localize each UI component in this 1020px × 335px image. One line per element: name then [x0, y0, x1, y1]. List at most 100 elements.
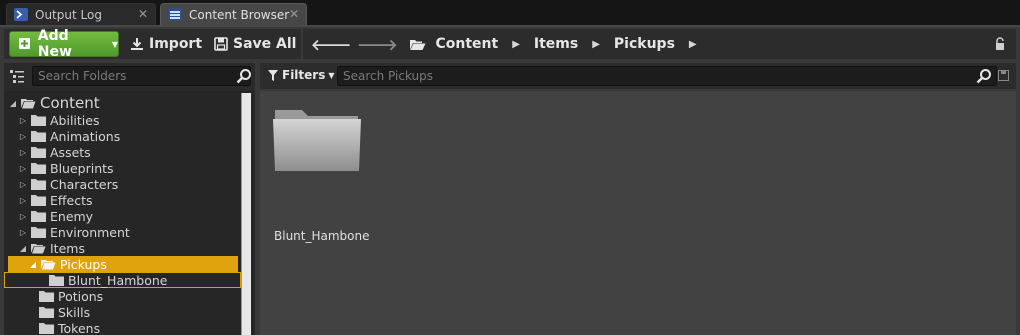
tree-item-content[interactable]: ◢ Content [8, 94, 100, 112]
tree-item-items[interactable]: ◢ Items [18, 240, 85, 256]
path-bar: 🡐 🡒 Content ▶ Items ▶ Pickups ▶ [303, 29, 1016, 59]
folder-icon [31, 194, 46, 206]
tree-item-label: Pickups [60, 256, 107, 272]
save-all-label: Save All [233, 36, 297, 52]
tab-content-browser[interactable]: Content Browser ✕ [160, 3, 307, 25]
tree-expand-icon[interactable]: ▷ [18, 132, 28, 141]
tree-collapse-icon[interactable]: ◢ [8, 99, 18, 108]
tree-toggle-icon[interactable] [9, 68, 25, 84]
folder-icon [31, 162, 46, 174]
import-label: Import [149, 36, 203, 52]
tree-collapse-icon[interactable]: ◢ [18, 244, 28, 253]
forward-arrow-icon[interactable]: 🡒 [357, 35, 397, 54]
toolbar: Add New ▼ Import Save All [4, 28, 301, 60]
folder-icon [31, 226, 46, 238]
folder-icon [49, 274, 64, 286]
tree-item-label: Blueprints [50, 160, 114, 176]
import-button[interactable]: Import [130, 31, 202, 57]
folder-icon [31, 178, 46, 190]
save-all-button[interactable]: Save All [214, 31, 296, 57]
breadcrumb-pickups[interactable]: Pickups [614, 36, 675, 52]
chevron-right-icon[interactable]: ▶ [512, 39, 520, 50]
tree-expand-icon[interactable]: ▷ [18, 164, 28, 173]
back-arrow-icon[interactable]: 🡐 [311, 35, 351, 54]
tree-item-label: Tokens [58, 320, 101, 335]
tree-item-label: Effects [50, 192, 93, 208]
tree-item-environment[interactable]: ▷ Environment [18, 224, 130, 240]
search-icon[interactable] [236, 68, 252, 87]
folder-open-icon [31, 243, 46, 253]
filters-label: Filters [282, 68, 326, 82]
asset-view-panel: Filters ▼ Search Pickups Blunt_Hambone [260, 63, 1016, 335]
tree-scrollbar[interactable] [241, 93, 251, 335]
tree-item-label: Skills [58, 304, 91, 320]
tree-item-assets[interactable]: ▷ Assets [18, 144, 91, 160]
tab-label: Output Log [35, 7, 102, 22]
tree-item-label: Environment [50, 224, 130, 240]
tree-item-label: Content [40, 94, 100, 112]
tree-item-effects[interactable]: ▷ Effects [18, 192, 93, 208]
terminal-icon [14, 8, 28, 21]
tree-item-potions[interactable]: Potions [39, 288, 103, 304]
tab-output-log[interactable]: Output Log ✕ [6, 3, 156, 25]
tree-item-pickups[interactable]: ◢ Pickups [8, 256, 238, 272]
tree-expand-icon[interactable]: ▷ [18, 212, 28, 221]
filter-bar: Filters ▼ Search Pickups [260, 63, 1016, 89]
asset-tile-label: Blunt_Hambone [274, 229, 370, 243]
chevron-down-icon: ▼ [328, 70, 335, 80]
folder-tree: ◢ Content ▷ Abilities ▷ Animations ▷ Ass… [4, 91, 255, 335]
search-icon[interactable] [976, 68, 992, 87]
folder-open-icon [41, 259, 56, 269]
close-icon[interactable]: ✕ [289, 7, 299, 21]
filters-button[interactable]: Filters ▼ [268, 68, 335, 82]
add-new-label: Add New [37, 28, 72, 60]
tree-item-blueprints[interactable]: ▷ Blueprints [18, 160, 114, 176]
tree-item-label: Abilities [50, 112, 100, 128]
folder-open-icon [409, 38, 426, 51]
breadcrumb-content[interactable]: Content [435, 36, 498, 52]
tree-item-label: Enemy [50, 208, 94, 224]
tree-item-skills[interactable]: Skills [39, 304, 90, 320]
folder-icon [39, 322, 54, 334]
tree-expand-icon[interactable]: ▷ [18, 148, 28, 157]
tree-item-characters[interactable]: ▷ Characters [18, 176, 118, 192]
tree-item-label: Blunt_Hambone [68, 272, 168, 288]
search-folders-input[interactable]: Search Folders [32, 66, 251, 86]
breadcrumb-items[interactable]: Items [534, 36, 578, 52]
tree-item-label: Items [50, 240, 85, 256]
chevron-right-icon[interactable]: ▶ [689, 39, 697, 50]
tree-item-blunt-hambone[interactable]: Blunt_Hambone [4, 272, 241, 288]
chevron-right-icon[interactable]: ▶ [592, 39, 600, 50]
asset-grid: Blunt_Hambone [260, 91, 1016, 335]
tree-item-tokens[interactable]: Tokens [39, 320, 100, 335]
lock-icon[interactable] [994, 37, 1006, 54]
folder-icon [39, 290, 54, 302]
folder-icon [31, 210, 46, 222]
tree-expand-icon[interactable]: ▷ [18, 116, 28, 125]
tree-expand-icon[interactable]: ▷ [18, 196, 28, 205]
tree-collapse-icon[interactable]: ◢ [28, 260, 38, 269]
search-pickups-input[interactable]: Search Pickups [337, 66, 997, 86]
folder-tree-panel: Search Folders ◢ Content ▷ Abilities ▷ A… [4, 63, 255, 335]
tree-item-label: Assets [50, 144, 91, 160]
folder-icon [31, 130, 46, 142]
folder-icon [273, 110, 361, 171]
add-new-button[interactable]: Add New ▼ [9, 28, 119, 60]
content-browser-panel: Add New ▼ Import Save All 🡐 🡒 Content ▶ … [0, 25, 1020, 335]
filter-icon [268, 69, 278, 81]
tree-item-label: Animations [50, 128, 121, 144]
tree-item-label: Potions [58, 288, 104, 304]
tree-item-label: Characters [50, 176, 119, 192]
close-icon[interactable]: ✕ [138, 7, 148, 21]
tree-item-animations[interactable]: ▷ Animations [18, 128, 120, 144]
tree-item-abilities[interactable]: ▷ Abilities [18, 112, 100, 128]
tree-expand-icon[interactable]: ▷ [18, 180, 28, 189]
tree-expand-icon[interactable]: ▷ [18, 228, 28, 237]
plus-icon [16, 36, 33, 53]
tab-label: Content Browser [189, 7, 290, 22]
chevron-down-icon: ▼ [111, 39, 118, 49]
asset-tile-blunt-hambone[interactable]: Blunt_Hambone [272, 101, 370, 243]
tree-item-enemy[interactable]: ▷ Enemy [18, 208, 93, 224]
folder-icon [39, 306, 54, 318]
save-search-icon[interactable] [998, 70, 1009, 84]
